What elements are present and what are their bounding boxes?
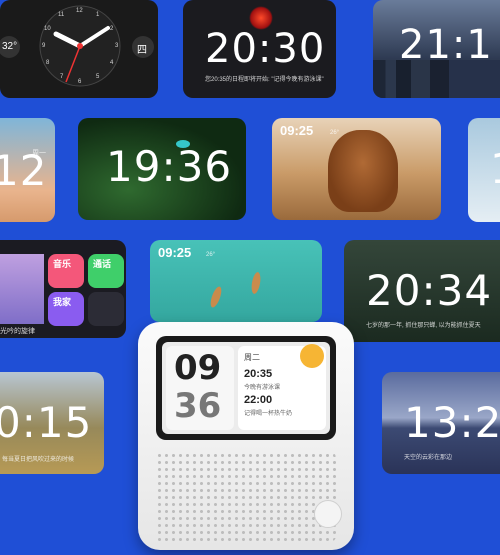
field-card[interactable]: 0:15 每当夏日把风吹过来的时候: [0, 372, 104, 474]
sun-icon: [300, 344, 324, 368]
device-hour: 09: [174, 348, 222, 388]
tile-label: 音乐: [53, 259, 72, 269]
lake-card[interactable]: 13:2 天空的云彩在那边: [382, 372, 500, 474]
dark-2030-card[interactable]: 20:30 您20:35的日程即将开始: "记得今晚有游泳课": [183, 0, 336, 98]
card-time: 1: [490, 144, 500, 193]
clock-numeral-4: 4: [110, 60, 114, 66]
schedule-weekday: 周二: [244, 353, 260, 362]
more-apps-tile[interactable]: [88, 292, 124, 326]
card-note: 天空的云彩在那边: [404, 455, 453, 461]
tile-label: 我家: [53, 297, 72, 307]
clock-numeral-2: 2: [110, 26, 114, 32]
card-time: 0:15: [0, 398, 93, 447]
smart-speaker-device: 09 36 周二 20:35 今晚有游泳课 22:00 记得喝一杯热牛奶: [138, 322, 354, 550]
leaves-card[interactable]: 19:36: [78, 118, 246, 220]
card-time: 09:25: [158, 245, 192, 260]
clock-numeral-5: 5: [96, 74, 100, 80]
clock-numeral-8: 8: [46, 60, 50, 66]
card-note: 七岁的那一年, 抓住那只蝉, 以为能抓住夏天: [366, 323, 481, 329]
clock-panel: 09 36: [166, 346, 234, 430]
card-weather: 26°: [330, 130, 340, 136]
card-time: 20:30: [205, 26, 326, 72]
desert-card[interactable]: 12 周一: [0, 118, 55, 222]
card-weekday: 周一: [32, 150, 46, 157]
grass-card[interactable]: 20:34 七岁的那一年, 抓住那只蝉, 以为能抓住夏天: [344, 240, 500, 342]
dog-photo: [328, 130, 398, 212]
apps-card[interactable]: 光吟的旋律 音乐 通话 我家: [0, 240, 126, 338]
device-screen[interactable]: 09 36 周二 20:35 今晚有游泳课 22:00 记得喝一杯热牛奶: [162, 342, 330, 434]
tile-label: 通话: [93, 259, 112, 269]
card-time: 19:36: [106, 142, 233, 191]
card-note: 每当夏日把风吹过来的时候: [2, 457, 75, 463]
right-edge-card[interactable]: 1: [468, 118, 500, 222]
analog-clock-card[interactable]: 12 1 2 3 4 5 6 7 8 9 10 11 32° 四: [0, 0, 158, 98]
card-time: 20:34: [366, 266, 493, 315]
card-time: 21:1: [399, 22, 493, 68]
clock-numeral-7: 7: [60, 74, 64, 80]
schedule-panel[interactable]: 周二 20:35 今晚有游泳课 22:00 记得喝一杯热牛奶: [238, 344, 326, 430]
clock-numeral-6: 6: [78, 79, 82, 85]
boats-card[interactable]: 09:25 26°: [150, 240, 322, 322]
dog-card[interactable]: 09:25 26°: [272, 118, 441, 220]
music-caption: 光吟的旋律: [0, 328, 35, 335]
event-2-title: 记得喝一杯热牛奶: [244, 411, 293, 417]
boat-1: [208, 285, 224, 309]
device-minute: 36: [174, 386, 222, 426]
event-1-title: 今晚有游泳课: [244, 385, 281, 391]
clock-numeral-1: 1: [96, 12, 100, 18]
music-app-tile[interactable]: 音乐: [48, 254, 84, 288]
music-artwork: [0, 254, 44, 324]
card-time: 09:25: [280, 123, 314, 138]
event-1-time: 20:35: [244, 368, 273, 380]
card-time: 13:2: [404, 398, 500, 447]
card-note: 您20:35的日程即将开始: "记得今晚有游泳课": [205, 77, 324, 83]
home-app-tile[interactable]: 我家: [48, 292, 84, 326]
speaker-grille: [156, 452, 336, 542]
call-app-tile[interactable]: 通话: [88, 254, 124, 288]
boat-2: [250, 271, 262, 295]
clock-numeral-9: 9: [42, 43, 46, 49]
clock-numeral-12: 12: [76, 8, 83, 14]
event-2-time: 22:00: [244, 394, 273, 406]
clock-numeral-10: 10: [44, 26, 51, 32]
clock-numeral-3: 3: [115, 43, 119, 49]
city-card[interactable]: 21:1: [373, 0, 500, 98]
clock-numeral-11: 11: [58, 12, 65, 18]
card-weather: 26°: [206, 252, 216, 258]
day-label: 四: [137, 45, 147, 56]
mute-button[interactable]: [314, 500, 342, 528]
temperature-label: 32°: [2, 41, 18, 52]
